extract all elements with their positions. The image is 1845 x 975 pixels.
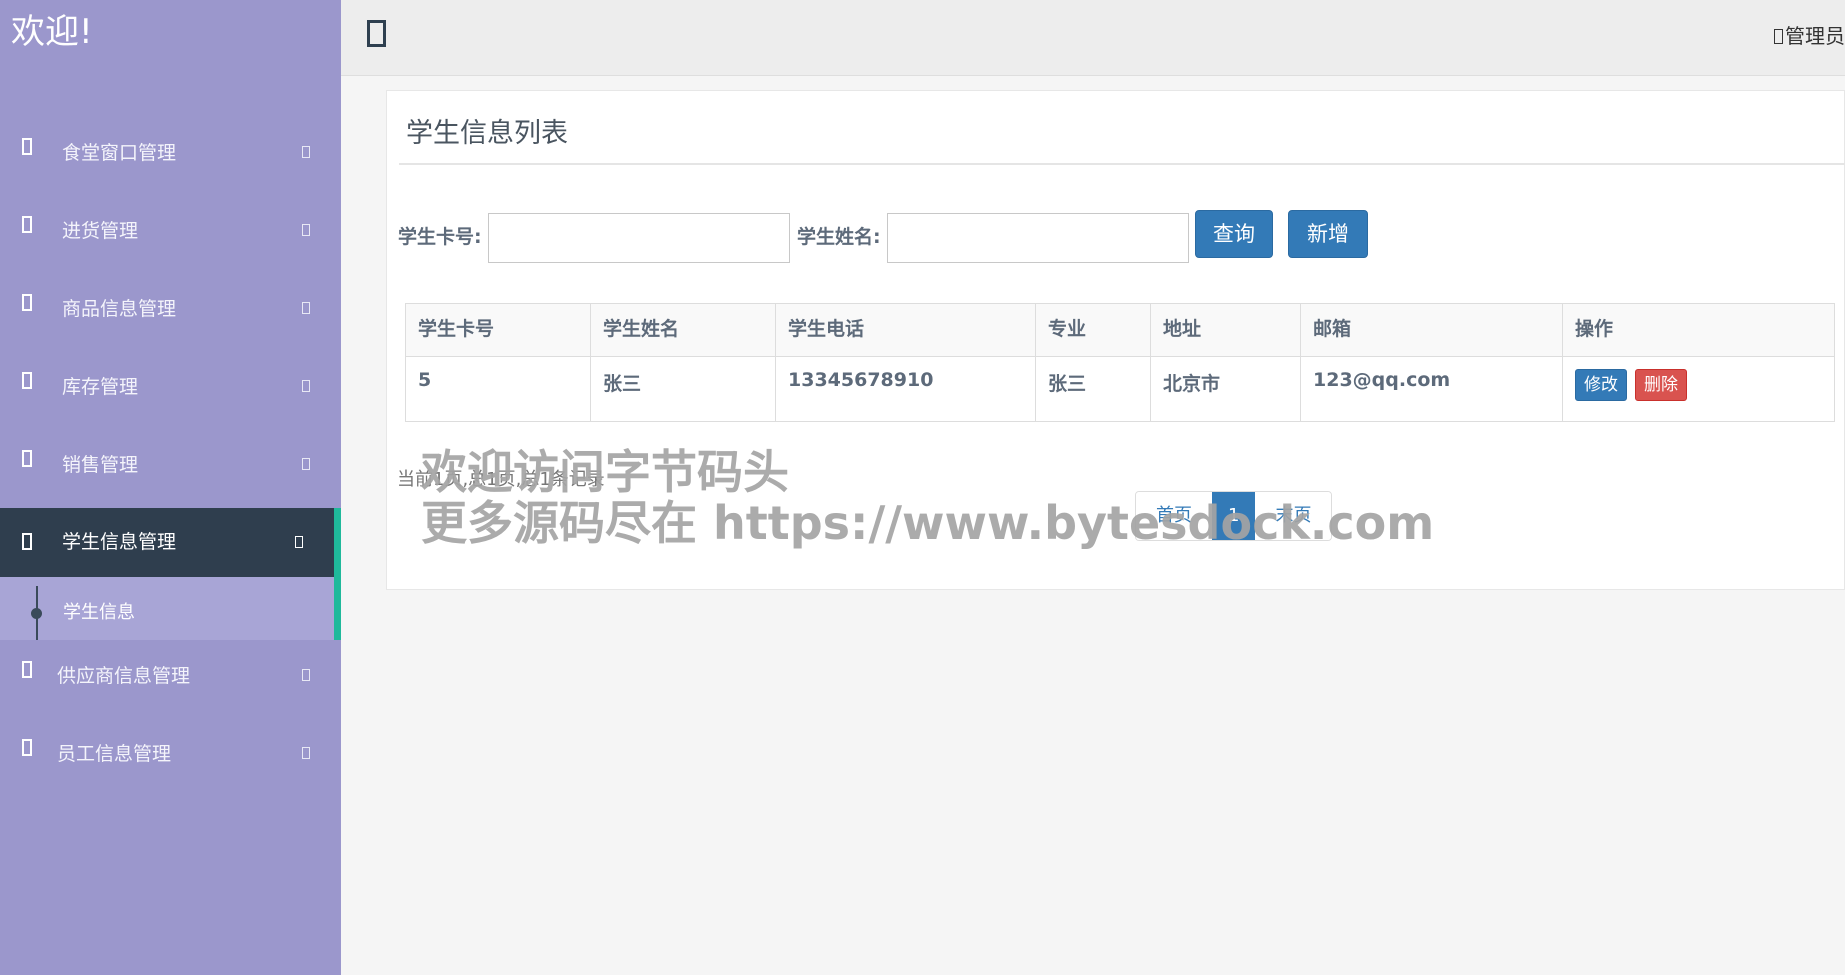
topbar: 管理员 — [341, 0, 1845, 76]
sidebar-item-inventory[interactable]: 库存管理 — [0, 356, 341, 418]
student-table: 学生卡号 学生姓名 学生电话 专业 地址 邮箱 操作 5 张三 13345678… — [405, 303, 1835, 422]
user-label: 管理员 — [1785, 24, 1845, 48]
sidebar: 欢迎! 食堂窗口管理 进货管理 商品信息管理 库存管理 销售管理 学生信息管理 … — [0, 0, 341, 975]
submenu-item-student-info[interactable]: 学生信息 — [0, 577, 334, 640]
chevron-icon — [302, 224, 310, 236]
menu-item-icon — [22, 533, 32, 550]
student-name-input[interactable] — [887, 213, 1189, 263]
sidebar-item-suppliers[interactable]: 供应商信息管理 — [0, 645, 341, 707]
watermark-line-2: 更多源码尽在 https://www.bytesdock.com — [421, 496, 1435, 550]
chevron-icon — [302, 302, 310, 314]
page-title: 学生信息列表 — [406, 118, 568, 149]
menu-toggle-icon[interactable] — [367, 20, 386, 47]
student-name-label: 学生姓名: — [797, 226, 881, 248]
active-indicator — [334, 508, 341, 640]
card-number-label: 学生卡号: — [398, 226, 482, 248]
cell-name: 张三 — [590, 356, 776, 422]
menu-item-icon — [22, 294, 32, 311]
cell-address: 北京市 — [1150, 356, 1301, 422]
query-button[interactable]: 查询 — [1195, 210, 1273, 258]
cell-actions: 修改 删除 — [1562, 356, 1835, 422]
brand-title: 欢迎! — [11, 12, 93, 52]
column-header: 地址 — [1150, 303, 1301, 357]
sidebar-item-students[interactable]: 学生信息管理 — [0, 508, 341, 577]
add-button[interactable]: 新增 — [1288, 210, 1368, 258]
menu-item-icon — [22, 372, 32, 389]
chevron-icon — [302, 669, 310, 681]
sidebar-item-canteen-window[interactable]: 食堂窗口管理 — [0, 122, 341, 184]
cell-major: 张三 — [1035, 356, 1151, 422]
edit-button[interactable]: 修改 — [1575, 369, 1627, 401]
title-divider — [399, 163, 1845, 165]
column-header: 邮箱 — [1300, 303, 1563, 357]
sidebar-item-label: 食堂窗口管理 — [62, 142, 177, 164]
cell-email: 123@qq.com — [1300, 356, 1563, 422]
chevron-icon — [302, 380, 310, 392]
table-row: 5 张三 13345678910 张三 北京市 123@qq.com 修改 删除 — [405, 356, 1835, 422]
menu-item-icon — [22, 450, 32, 467]
menu-item-icon — [22, 739, 32, 756]
chevron-icon — [302, 747, 310, 759]
chevron-icon — [295, 536, 303, 548]
cell-card: 5 — [405, 356, 591, 422]
menu-item-icon — [22, 138, 32, 155]
menu-item-icon — [22, 661, 32, 678]
sidebar-item-purchase[interactable]: 进货管理 — [0, 200, 341, 262]
delete-button[interactable]: 删除 — [1635, 369, 1687, 401]
column-header: 学生卡号 — [405, 303, 591, 357]
column-header: 学生姓名 — [590, 303, 776, 357]
column-header: 学生电话 — [775, 303, 1036, 357]
column-header: 专业 — [1035, 303, 1151, 357]
chevron-icon — [302, 146, 310, 158]
sidebar-item-label: 供应商信息管理 — [57, 665, 191, 687]
table-header-row: 学生卡号 学生姓名 学生电话 专业 地址 邮箱 操作 — [405, 303, 1835, 357]
user-menu[interactable]: 管理员 — [1774, 20, 1845, 49]
submenu-item-label: 学生信息 — [63, 602, 135, 623]
chevron-icon — [302, 458, 310, 470]
card-number-input[interactable] — [488, 213, 790, 263]
sidebar-item-label: 库存管理 — [62, 376, 139, 398]
sidebar-item-label: 学生信息管理 — [62, 531, 177, 553]
sidebar-item-sales[interactable]: 销售管理 — [0, 434, 341, 496]
menu-item-icon — [22, 216, 32, 233]
column-header: 操作 — [1562, 303, 1835, 357]
sidebar-item-goods[interactable]: 商品信息管理 — [0, 278, 341, 340]
sidebar-item-label: 员工信息管理 — [57, 743, 172, 765]
sidebar-item-label: 销售管理 — [62, 454, 139, 476]
user-icon — [1774, 29, 1783, 44]
submenu-dot-icon — [31, 608, 42, 619]
sidebar-item-label: 商品信息管理 — [62, 298, 177, 320]
cell-phone: 13345678910 — [775, 356, 1036, 422]
sidebar-item-label: 进货管理 — [62, 220, 139, 242]
sidebar-item-employees[interactable]: 员工信息管理 — [0, 723, 341, 785]
